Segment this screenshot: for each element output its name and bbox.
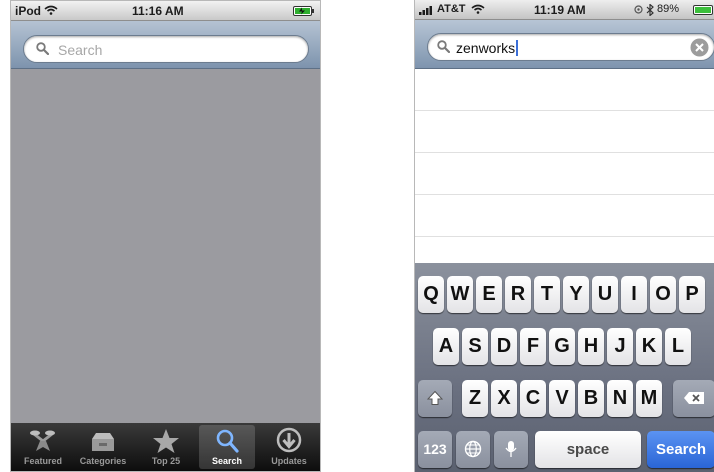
tab-label: Updates [271,456,307,466]
globe-icon [464,440,482,458]
key-p[interactable]: P [679,276,705,313]
tab-bar: Featured Categories Top 25 Search Update… [11,423,320,471]
right-screen: AT&T 11:19 AM 89% zenworks Q W E R T Y U… [414,0,714,472]
featured-icon [30,430,55,451]
magnifier-icon [36,42,49,55]
list-item[interactable] [415,69,714,111]
wifi-icon [471,4,485,14]
shift-icon [426,390,444,405]
search-placeholder: Search [58,42,103,58]
key-d[interactable]: D [491,328,517,365]
key-y[interactable]: Y [563,276,589,313]
key-c[interactable]: C [520,380,546,417]
tab-label: Categories [79,456,127,466]
key-j[interactable]: J [607,328,633,365]
key-m[interactable]: M [636,380,662,417]
alarm-icon [634,5,643,14]
key-v[interactable]: V [549,380,575,417]
keyboard: Q W E R T Y U I O P A S D F G H J K L Z … [415,263,714,472]
status-bar: iPod 11:16 AM [11,1,320,21]
bluetooth-icon [646,4,654,16]
microphone-icon [505,441,517,457]
download-icon [276,427,302,453]
list-item[interactable] [415,111,714,153]
wifi-icon [44,5,58,15]
key-t[interactable]: T [534,276,560,313]
key-n[interactable]: N [607,380,633,417]
key-w[interactable]: W [447,276,473,313]
key-b[interactable]: B [578,380,604,417]
tab-featured[interactable]: Featured [15,425,71,469]
tab-label: Featured [23,456,62,466]
battery-icon [693,5,713,15]
search-query: zenworks [456,40,516,56]
key-z[interactable]: Z [462,380,488,417]
status-time: 11:16 AM [132,4,184,18]
list-item[interactable] [415,153,714,195]
tab-top-25[interactable]: Top 25 [138,425,194,469]
globe-key[interactable] [456,431,490,468]
tab-updates[interactable]: Updates [261,425,317,469]
key-o[interactable]: O [650,276,676,313]
key-s[interactable]: S [462,328,488,365]
backspace-icon [684,392,704,404]
status-bar: AT&T 11:19 AM 89% [415,0,714,20]
dictation-key[interactable] [494,431,528,468]
star-icon [153,429,179,453]
key-r[interactable]: R [505,276,531,313]
search-input[interactable]: zenworks [427,33,714,61]
tab-label: Top 25 [151,456,181,466]
key-e[interactable]: E [476,276,502,313]
numbers-key[interactable]: 123 [418,431,452,468]
battery-percent: 89% [657,3,680,15]
search-bar: zenworks [415,20,714,69]
battery-charging-icon [293,6,314,16]
key-q[interactable]: Q [418,276,444,313]
status-time: 11:19 AM [534,3,586,17]
tab-label: Search [211,456,243,466]
magnifier-icon [437,40,450,53]
backspace-key[interactable] [673,380,714,417]
signal-strength-icon [419,6,432,15]
key-h[interactable]: H [578,328,604,365]
categories-icon [92,433,114,451]
key-k[interactable]: K [636,328,662,365]
key-f[interactable]: F [520,328,546,365]
search-input[interactable]: Search [23,35,309,63]
key-x[interactable]: X [491,380,517,417]
key-g[interactable]: G [549,328,575,365]
clear-text-icon[interactable] [690,38,709,57]
tab-search[interactable]: Search [199,425,255,469]
empty-results-area [11,69,320,425]
key-i[interactable]: I [621,276,647,313]
search-icon [216,429,239,453]
search-bar: Search [11,21,320,69]
carrier-label: AT&T [437,3,466,15]
carrier-label: iPod [15,4,41,18]
results-list [415,69,714,237]
search-text: zenworks [456,40,519,56]
search-key[interactable]: Search [647,431,714,468]
tab-categories[interactable]: Categories [75,425,131,469]
list-item[interactable] [415,195,714,237]
text-cursor [516,40,519,56]
left-screen: iPod 11:16 AM Search Featured Categories… [10,0,321,472]
space-key[interactable]: space [535,431,641,468]
shift-key[interactable] [418,380,452,417]
key-a[interactable]: A [433,328,459,365]
key-u[interactable]: U [592,276,618,313]
key-l[interactable]: L [665,328,691,365]
